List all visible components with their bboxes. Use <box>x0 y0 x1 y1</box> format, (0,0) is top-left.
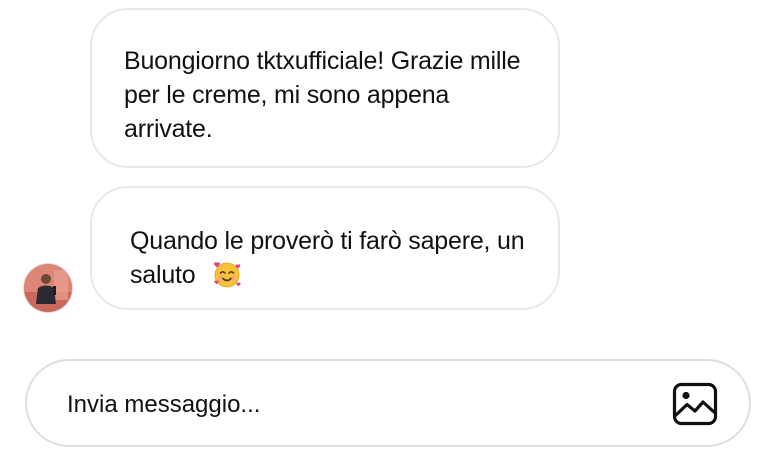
avatar-photo <box>24 264 72 312</box>
smiling-face-with-hearts-icon <box>212 259 242 289</box>
message-bubble: Buongiorno tktxufficiale! Grazie mille p… <box>90 8 560 168</box>
image-icon <box>672 382 718 426</box>
message-text: Buongiorno tktxufficiale! Grazie mille p… <box>124 47 521 143</box>
message-input[interactable] <box>67 387 627 423</box>
message-text: Quando le proverò ti farò sapere, un sal… <box>130 224 528 292</box>
message-composer <box>25 359 751 447</box>
image-upload-button[interactable] <box>672 381 718 427</box>
message-text-content: Quando le proverò ti farò sapere, un sal… <box>130 227 525 289</box>
message-bubble: Quando le proverò ti farò sapere, un sal… <box>90 186 560 310</box>
avatar[interactable] <box>24 264 72 312</box>
